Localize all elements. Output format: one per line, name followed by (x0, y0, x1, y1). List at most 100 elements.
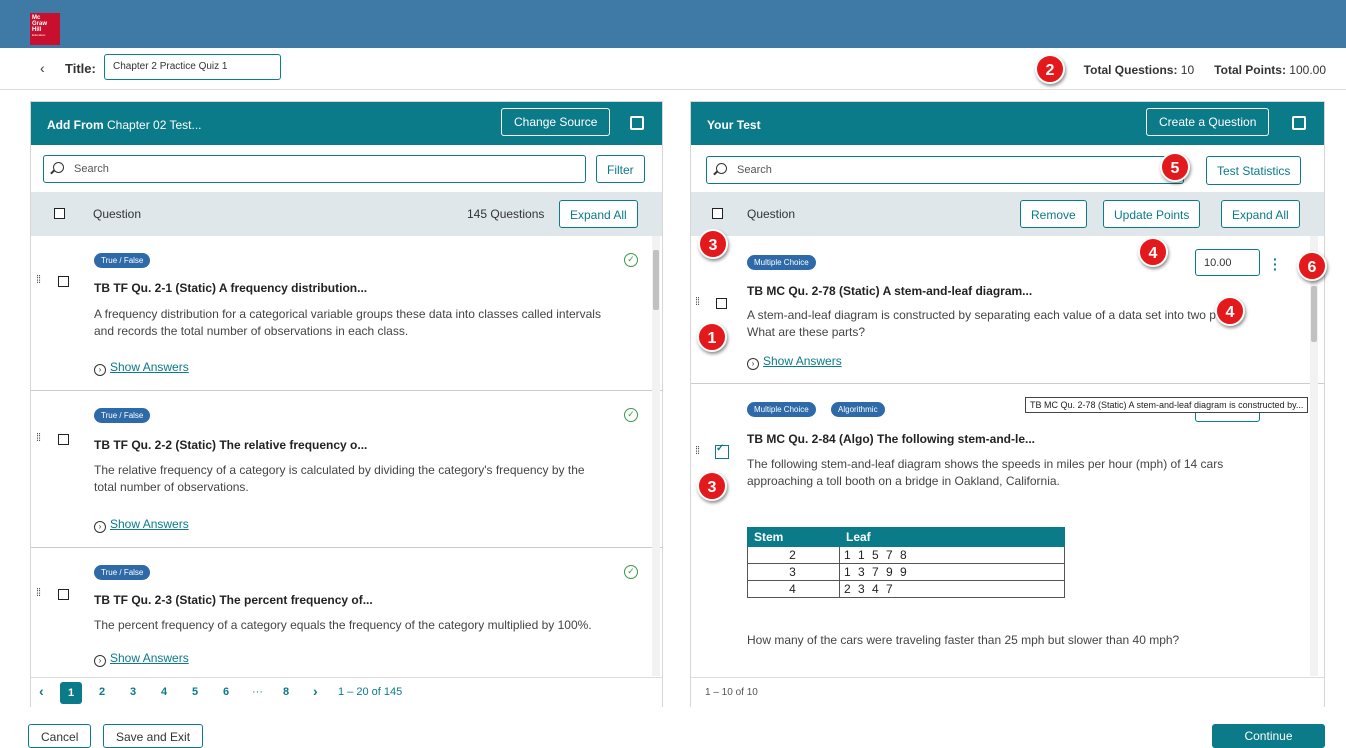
show-answers-link[interactable]: › Show Answers (94, 651, 189, 667)
question-title: TB TF Qu. 2-3 (Static) The percent frequ… (94, 593, 373, 607)
stem-header: Stem (747, 527, 840, 547)
remove-button[interactable]: Remove (1020, 200, 1087, 228)
test-statistics-button[interactable]: Test Statistics (1206, 156, 1302, 185)
list-item: Multiple Choice Algorithmic TB MC Qu. 2-… (691, 384, 1324, 676)
save-and-exit-button[interactable]: Save and Exit (103, 724, 204, 748)
left-column-header: Question 145 Questions Expand All (31, 192, 662, 236)
question-checkbox[interactable] (58, 276, 69, 287)
callout-badge-5: 5 (1160, 152, 1190, 182)
result-range: 1 – 10 of 10 (705, 687, 758, 698)
prev-page-icon[interactable]: ‹ (39, 683, 44, 699)
expand-panel-icon[interactable] (1292, 116, 1306, 130)
drag-handle-icon[interactable]: ⁞⁞ (36, 587, 41, 599)
drag-handle-icon[interactable]: ⁞⁞ (36, 432, 41, 444)
more-options-icon[interactable]: · · · (1273, 252, 1278, 276)
leaf-cell: 2 3 4 7 (839, 580, 1065, 598)
callout-badge-6: 6 (1297, 251, 1327, 281)
create-question-button[interactable]: Create a Question (1146, 108, 1270, 136)
leaf-cell: 1 3 7 9 9 (839, 563, 1065, 581)
right-panel-title: Your Test (707, 118, 761, 132)
right-panel-header: Your Test Create a Question (691, 102, 1324, 145)
left-panel-header: Add From Chapter 02 Test... Change Sourc… (31, 102, 662, 145)
drag-handle-icon[interactable]: ⁞⁞ (36, 274, 41, 286)
question-text: What are these parts? (747, 325, 866, 339)
stem-cell: 2 (747, 546, 840, 564)
leaf-cell: 1 1 5 7 8 (839, 546, 1065, 564)
question-text: The relative frequency of a category is … (94, 463, 585, 477)
right-search-input[interactable]: Search (706, 156, 1184, 184)
total-questions-value: 10 (1180, 63, 1195, 77)
callout-badge-3: 3 (698, 229, 728, 259)
total-points-value: 100.00 (1289, 63, 1326, 77)
next-page-icon[interactable]: › (313, 683, 318, 699)
right-scrollbar[interactable] (1310, 236, 1318, 676)
expand-panel-icon[interactable] (630, 116, 644, 130)
question-checkbox[interactable] (58, 589, 69, 600)
left-panel-title: Add From Chapter 02 Test... (47, 118, 202, 132)
show-answers-link[interactable]: › Show Answers (94, 517, 189, 533)
left-scrollbar[interactable] (652, 236, 660, 676)
left-scrollbar-thumb[interactable] (653, 250, 659, 310)
page-3[interactable]: 3 (130, 686, 136, 698)
points-input[interactable]: 10.00 (1195, 249, 1260, 276)
question-text: The following stem-and-leaf diagram show… (747, 457, 1224, 471)
title-row: ‹ Title: Chapter 2 Practice Quiz 1 Total… (0, 48, 1346, 90)
continue-button[interactable]: Continue (1212, 724, 1325, 748)
stem-leaf-table: Stem Leaf 21 1 5 7 8 31 3 7 9 9 42 3 4 7 (747, 527, 1065, 598)
question-bank-panel: Add From Chapter 02 Test... Change Sourc… (30, 101, 663, 707)
question-checkbox-checked[interactable] (715, 443, 729, 459)
chevron-right-icon: › (94, 364, 106, 376)
totals: Total Questions: 10 Total Points: 100.00 (1083, 63, 1326, 77)
back-chevron-icon[interactable]: ‹ (40, 60, 45, 76)
page-6[interactable]: 6 (223, 686, 229, 698)
question-type-tag: Multiple Choice (747, 402, 816, 417)
chevron-right-icon: › (94, 655, 106, 667)
title-tooltip: TB MC Qu. 2-78 (Static) A stem-and-leaf … (1025, 397, 1309, 413)
page-range: 1 – 20 of 145 (338, 686, 403, 698)
question-text: approaching a toll booth on a bridge in … (747, 474, 1060, 488)
left-search-input[interactable]: Search (43, 155, 586, 183)
page-2[interactable]: 2 (99, 686, 105, 698)
question-title: TB MC Qu. 2-84 (Algo) The following stem… (747, 432, 1035, 446)
cancel-button[interactable]: Cancel (28, 724, 92, 748)
change-source-button[interactable]: Change Source (501, 108, 611, 136)
page-8[interactable]: 8 (283, 686, 289, 698)
update-points-button[interactable]: Update Points (1103, 200, 1201, 228)
question-count: 145 Questions (467, 207, 545, 221)
stem-cell: 3 (747, 563, 840, 581)
drag-handle-icon[interactable]: ⁞⁞ (695, 445, 700, 457)
list-item: True / False ✓ ⁞⁞ TB TF Qu. 2-1 (Static)… (31, 236, 662, 391)
question-title: TB TF Qu. 2-1 (Static) A frequency distr… (94, 281, 368, 295)
question-checkbox[interactable] (716, 298, 727, 309)
expand-all-button[interactable]: Expand All (1221, 200, 1300, 228)
question-type-tag: Algorithmic (831, 402, 885, 417)
mcgraw-hill-logo: Mc Graw Hill Education (30, 13, 60, 45)
page-1[interactable]: 1 (60, 682, 82, 704)
title-label: Title: (65, 61, 96, 76)
page-4[interactable]: 4 (161, 686, 167, 698)
drag-handle-icon[interactable]: ⁞⁞ (695, 296, 700, 308)
question-type-tag: True / False (94, 565, 151, 580)
question-type-tag: True / False (94, 253, 151, 268)
question-type-tag: Multiple Choice (747, 255, 816, 270)
expand-all-button[interactable]: Expand All (559, 200, 638, 228)
show-answers-link[interactable]: › Show Answers (94, 360, 189, 376)
check-circle-icon: ✓ (624, 408, 638, 422)
pagination: ‹ 1 2 3 4 5 6 ··· 8 › 1 – 20 of 145 (31, 677, 662, 707)
leaf-header: Leaf (839, 527, 1065, 547)
right-search-row: Search Test Statistics (691, 145, 1324, 192)
question-text: The percent frequency of a category equa… (94, 618, 592, 632)
question-column-label: Question (747, 207, 796, 221)
right-scrollbar-thumb[interactable] (1311, 286, 1317, 342)
select-all-checkbox[interactable] (54, 208, 65, 219)
list-item: True / False ✓ ⁞⁞ TB TF Qu. 2-3 (Static)… (31, 548, 662, 676)
filter-button[interactable]: Filter (596, 155, 645, 183)
question-checkbox[interactable] (58, 434, 69, 445)
select-all-checkbox[interactable] (712, 208, 723, 219)
show-answers-link[interactable]: › Show Answers (747, 354, 842, 370)
page-5[interactable]: 5 (192, 686, 198, 698)
title-input[interactable]: Chapter 2 Practice Quiz 1 (104, 54, 281, 80)
callout-badge-3b: 3 (697, 471, 727, 501)
search-icon (53, 162, 64, 173)
question-title: TB MC Qu. 2-78 (Static) A stem-and-leaf … (747, 284, 1033, 298)
